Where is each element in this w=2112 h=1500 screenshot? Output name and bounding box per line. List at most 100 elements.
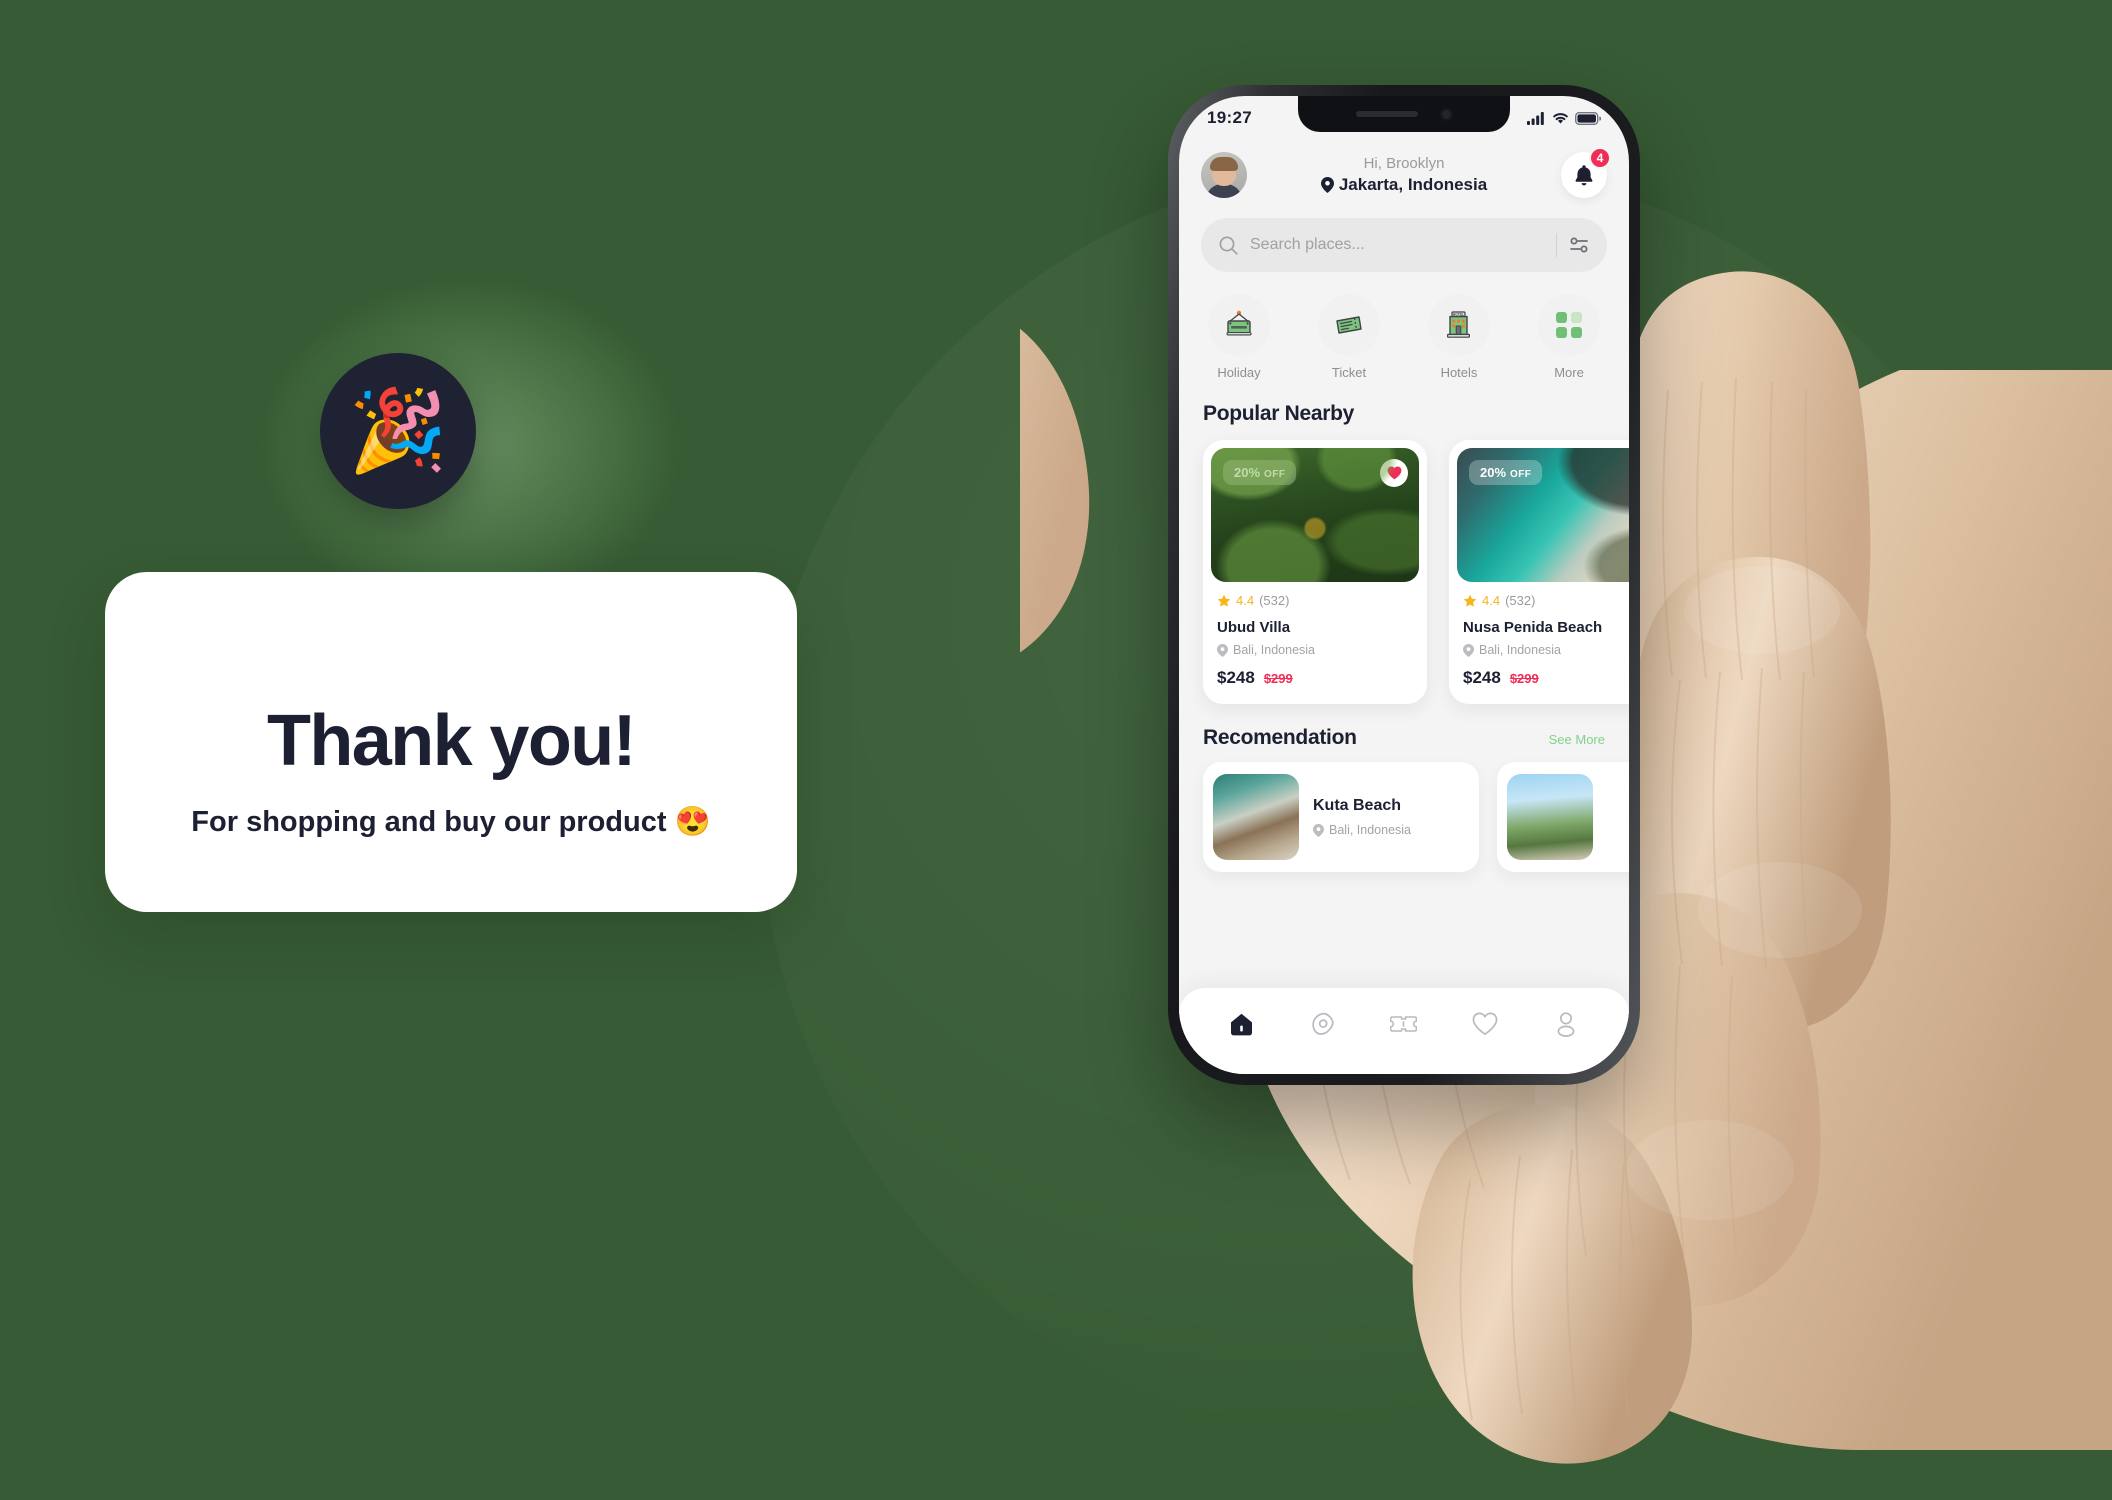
popular-card[interactable]: 20% OFF 4.4 (532) Nusa Penida Beach Bali… (1449, 440, 1629, 704)
category-icon-wrap (1538, 294, 1600, 356)
category-more[interactable]: More (1533, 294, 1605, 380)
recommendation-title: Recomendation (1203, 726, 1357, 749)
category-label: More (1554, 365, 1584, 380)
place-location: Bali, Indonesia (1313, 823, 1411, 837)
category-label: Ticket (1331, 365, 1367, 380)
category-holiday[interactable]: Holiday (1203, 294, 1275, 380)
map-pin-icon (1320, 177, 1334, 193)
recommendation-cards-row[interactable]: Kuta Beach Bali, Indonesia (1179, 750, 1629, 872)
discount-badge: 20% OFF (1223, 460, 1297, 485)
location-row[interactable]: Jakarta, Indonesia (1247, 175, 1561, 195)
place-location-text: Bali, Indonesia (1233, 643, 1316, 657)
price-current: $248 (1217, 668, 1255, 687)
category-hotels[interactable]: HOTEL Hotels (1423, 294, 1495, 380)
price-current: $248 (1463, 668, 1501, 687)
rating-value: 4.4 (1236, 593, 1255, 608)
avatar-hair (1210, 157, 1238, 171)
nav-explore[interactable] (1301, 1002, 1345, 1046)
avatar-body (1206, 184, 1242, 198)
next-place-photo (1507, 774, 1593, 860)
place-location-text: Bali, Indonesia (1479, 643, 1562, 657)
phone-notch (1298, 96, 1510, 132)
nusa-penida-beach-photo: 20% OFF (1457, 448, 1629, 582)
search-divider (1556, 233, 1557, 257)
recommendation-card[interactable] (1497, 762, 1629, 872)
thank-you-title: Thank you! (266, 701, 637, 781)
ticket-icon (1390, 1016, 1418, 1032)
place-location-text: Bali, Indonesia (1329, 823, 1412, 837)
holiday-sign-icon (1226, 310, 1252, 336)
front-camera-icon (1439, 107, 1453, 121)
popular-card-body: 4.4 (532) Nusa Penida Beach Bali, Indone… (1449, 582, 1629, 688)
nav-tickets[interactable] (1382, 1002, 1426, 1046)
category-label: Hotels (1440, 365, 1478, 380)
popular-title: Popular Nearby (1203, 402, 1355, 425)
nav-favorites[interactable] (1463, 1002, 1507, 1046)
discount-unit: OFF (1264, 469, 1286, 480)
greeting-text: Hi, Brooklyn (1363, 155, 1445, 172)
greeting-block: Hi, Brooklyn Jakarta, Indonesia (1247, 155, 1561, 195)
recommendation-section-header: Recomendation See More (1179, 704, 1629, 750)
popular-cards-row[interactable]: 20% OFF 4.4 (532) Ubud Villa Bali, Indon… (1179, 426, 1629, 704)
place-location: Bali, Indonesia (1217, 643, 1413, 657)
ubud-villa-photo: 20% OFF (1211, 448, 1419, 582)
map-pin-icon (1463, 643, 1474, 657)
place-name: Kuta Beach (1313, 797, 1402, 814)
price-row: $248 $299 (1463, 668, 1629, 688)
search-input[interactable]: Search places... (1250, 236, 1544, 254)
status-indicators (1527, 111, 1601, 125)
battery-icon (1575, 111, 1601, 125)
popular-card[interactable]: 20% OFF 4.4 (532) Ubud Villa Bali, Indon… (1203, 440, 1427, 704)
status-time: 19:27 (1207, 108, 1252, 127)
recommendation-card[interactable]: Kuta Beach Bali, Indonesia (1203, 762, 1479, 872)
rating-row: 4.4 (532) (1217, 593, 1413, 608)
recommendation-info: Kuta Beach Bali, Indonesia (1313, 797, 1411, 837)
discount-unit: OFF (1510, 469, 1532, 480)
notification-badge-count: 4 (1589, 147, 1611, 169)
heart-filled-icon (1387, 466, 1401, 480)
user-avatar[interactable] (1201, 152, 1247, 198)
filter-sliders-icon[interactable] (1569, 236, 1589, 254)
price-row: $248 $299 (1217, 668, 1413, 688)
hotel-building-icon: HOTEL (1446, 311, 1470, 338)
screenshot-root: 🎉 Thank you! For shopping and buy our pr… (0, 0, 2112, 1500)
party-popper-emoji: 🎉 (320, 353, 476, 509)
place-location: Bali, Indonesia (1463, 643, 1629, 657)
map-pin-icon (1217, 643, 1228, 657)
category-icon-wrap (1208, 294, 1270, 356)
price-original: $299 (1263, 671, 1293, 686)
star-icon (1217, 594, 1231, 607)
bottom-navigation (1179, 988, 1629, 1074)
favorite-button[interactable] (1380, 459, 1408, 487)
location-text: Jakarta, Indonesia (1338, 175, 1488, 194)
app-content: Hi, Brooklyn Jakarta, Indonesia 4 Search… (1179, 96, 1629, 1074)
map-pin-icon (1313, 823, 1324, 837)
discount-badge: 20% OFF (1469, 460, 1543, 485)
discount-value: 20% (1234, 465, 1261, 480)
category-icon-wrap (1318, 294, 1380, 356)
category-ticket[interactable]: Ticket (1313, 294, 1385, 380)
nav-home[interactable] (1220, 1002, 1264, 1046)
heart-icon (1472, 1012, 1498, 1036)
home-icon (1231, 1013, 1253, 1035)
price-original: $299 (1509, 671, 1539, 686)
kuta-beach-photo (1213, 774, 1299, 860)
star-icon (1463, 594, 1477, 607)
category-label: Holiday (1217, 365, 1261, 380)
see-more-link[interactable]: See More (1549, 732, 1605, 747)
search-bar[interactable]: Search places... (1201, 218, 1607, 272)
cellular-signal-icon (1527, 112, 1544, 125)
category-row: Holiday Ticket HOTEL Hotels More (1179, 272, 1629, 380)
earpiece-speaker (1355, 111, 1418, 117)
wifi-icon (1553, 112, 1568, 124)
rating-count: (532) (1505, 593, 1536, 608)
app-header: Hi, Brooklyn Jakarta, Indonesia 4 (1179, 140, 1629, 198)
rating-count: (532) (1259, 593, 1290, 608)
explore-compass-icon (1312, 1012, 1334, 1035)
notification-button[interactable]: 4 (1561, 147, 1611, 198)
phone-device: 19:27 Hi, Brooklyn Jakarta, Indonesia 4 … (1168, 85, 1640, 1085)
place-name: Nusa Penida Beach (1463, 619, 1603, 636)
nav-profile[interactable] (1544, 1002, 1588, 1046)
profile-person-icon (1557, 1011, 1575, 1037)
place-name: Ubud Villa (1217, 619, 1291, 636)
